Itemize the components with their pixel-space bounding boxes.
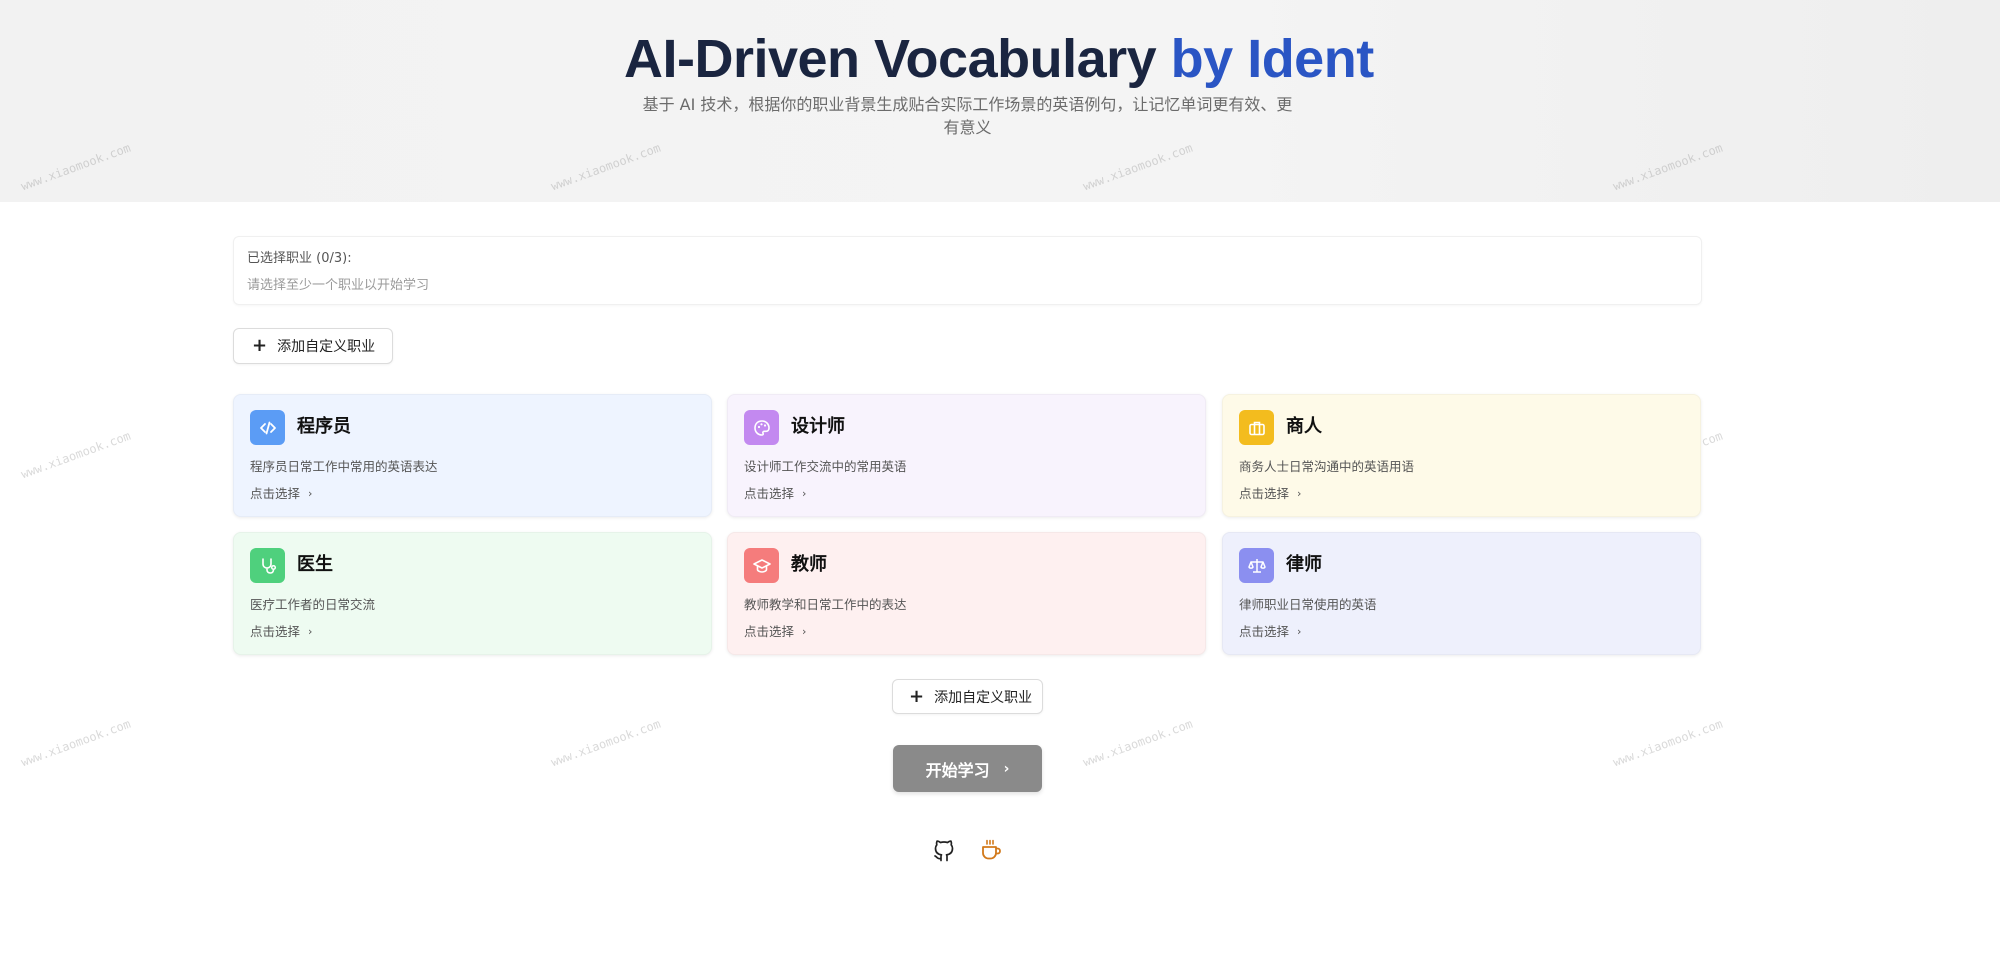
coffee-icon[interactable] bbox=[977, 836, 1005, 864]
hero-section: AI-Driven Vocabulary by Identity 基于 AI 技… bbox=[0, 0, 2000, 202]
graduation-cap-icon bbox=[744, 548, 779, 583]
profession-card-lawyer[interactable]: 律师 律师职业日常使用的英语 点击选择 › bbox=[1222, 532, 1701, 655]
chevron-right-icon: › bbox=[1297, 625, 1302, 638]
code-icon bbox=[250, 410, 285, 445]
card-action-label: 点击选择 bbox=[744, 624, 795, 639]
watermark: www.xiaomook.com bbox=[1081, 716, 1195, 770]
page-title: AI-Driven Vocabulary by Identity bbox=[0, 24, 2000, 94]
card-description: 设计师工作交流中的常用英语 bbox=[744, 459, 907, 474]
profession-card-designer[interactable]: 设计师 设计师工作交流中的常用英语 点击选择 › bbox=[727, 394, 1206, 517]
add-custom-profession-button[interactable]: + 添加自定义职业 bbox=[233, 328, 393, 364]
watermark: www.xiaomook.com bbox=[549, 716, 663, 770]
selected-count-label: 已选择职业 (0/3): bbox=[247, 251, 352, 266]
profession-card-teacher[interactable]: 教师 教师教学和日常工作中的表达 点击选择 › bbox=[727, 532, 1206, 655]
card-select-link[interactable]: 点击选择 › bbox=[744, 623, 806, 641]
selected-professions-panel: 已选择职业 (0/3): 请选择至少一个职业以开始学习 bbox=[233, 236, 1702, 305]
plus-icon: + bbox=[909, 685, 925, 707]
card-select-link[interactable]: 点击选择 › bbox=[250, 623, 312, 641]
scale-icon bbox=[1239, 548, 1274, 583]
add-custom-label: 添加自定义职业 bbox=[934, 689, 1033, 706]
chevron-right-icon: › bbox=[1003, 760, 1010, 777]
card-description: 律师职业日常使用的英语 bbox=[1239, 597, 1377, 612]
card-action-label: 点击选择 bbox=[744, 486, 795, 501]
card-title: 教师 bbox=[791, 554, 827, 575]
card-description: 商务人士日常沟通中的英语用语 bbox=[1239, 459, 1415, 474]
card-select-link[interactable]: 点击选择 › bbox=[1239, 485, 1301, 503]
chevron-right-icon: › bbox=[802, 625, 807, 638]
card-action-label: 点击选择 bbox=[250, 486, 301, 501]
chevron-right-icon: › bbox=[1297, 487, 1302, 500]
card-title: 律师 bbox=[1286, 554, 1322, 575]
card-title: 商人 bbox=[1286, 416, 1322, 437]
chevron-right-icon: › bbox=[308, 625, 313, 638]
title-part-blue: by Identity bbox=[1170, 29, 1376, 89]
selection-hint: 请选择至少一个职业以开始学习 bbox=[247, 278, 430, 293]
card-select-link[interactable]: 点击选择 › bbox=[744, 485, 806, 503]
card-description: 程序员日常工作中常用的英语表达 bbox=[250, 459, 438, 474]
title-part-dark: AI-Driven Vocabulary bbox=[624, 29, 1171, 89]
chevron-right-icon: › bbox=[308, 487, 313, 500]
card-description: 教师教学和日常工作中的表达 bbox=[744, 597, 907, 612]
card-title: 医生 bbox=[297, 554, 333, 575]
stethoscope-icon bbox=[250, 548, 285, 583]
watermark: www.xiaomook.com bbox=[1611, 716, 1725, 770]
github-icon[interactable] bbox=[930, 836, 958, 864]
card-select-link[interactable]: 点击选择 › bbox=[1239, 623, 1301, 641]
profession-card-doctor[interactable]: 医生 医疗工作者的日常交流 点击选择 › bbox=[233, 532, 712, 655]
card-title: 设计师 bbox=[791, 416, 845, 437]
card-action-label: 点击选择 bbox=[1239, 486, 1290, 501]
card-description: 医疗工作者的日常交流 bbox=[250, 597, 376, 612]
plus-icon: + bbox=[252, 335, 268, 356]
card-title: 程序员 bbox=[297, 416, 351, 437]
start-learning-label: 开始学习 bbox=[925, 760, 990, 780]
briefcase-icon bbox=[1239, 410, 1274, 445]
card-action-label: 点击选择 bbox=[1239, 624, 1290, 639]
card-action-label: 点击选择 bbox=[250, 624, 301, 639]
profession-card-business[interactable]: 商人 商务人士日常沟通中的英语用语 点击选择 › bbox=[1222, 394, 1701, 517]
add-custom-label: 添加自定义职业 bbox=[277, 339, 376, 355]
card-select-link[interactable]: 点击选择 › bbox=[250, 485, 312, 503]
watermark: www.xiaomook.com bbox=[19, 428, 133, 482]
page-subtitle: 基于 AI 技术，根据你的职业背景生成贴合实际工作场景的英语例句，让记忆单词更有… bbox=[642, 95, 1293, 137]
chevron-right-icon: › bbox=[802, 487, 807, 500]
profession-card-programmer[interactable]: 程序员 程序员日常工作中常用的英语表达 点击选择 › bbox=[233, 394, 712, 517]
palette-icon bbox=[744, 410, 779, 445]
add-custom-profession-button-bottom[interactable]: + 添加自定义职业 bbox=[892, 679, 1043, 714]
start-learning-button[interactable]: 开始学习 › bbox=[893, 745, 1042, 792]
watermark: www.xiaomook.com bbox=[19, 716, 133, 770]
